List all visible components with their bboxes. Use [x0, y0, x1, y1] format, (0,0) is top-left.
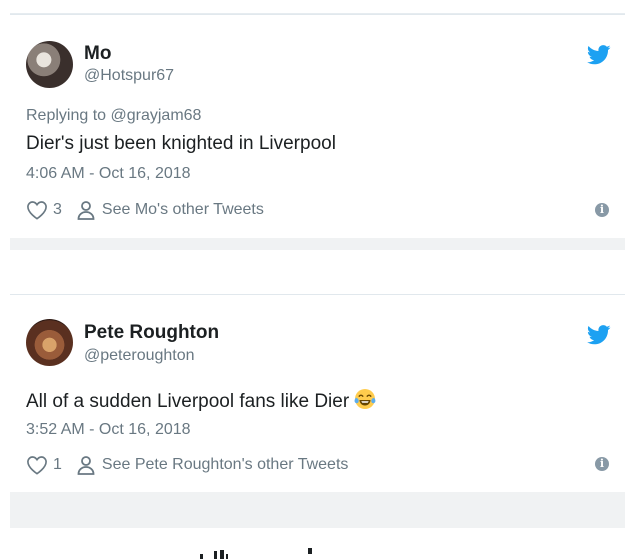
- heart-icon[interactable]: [26, 200, 48, 220]
- see-other-tweets-link[interactable]: See Mo's other Tweets: [102, 201, 264, 219]
- embedded-tweet[interactable]: Mo @Hotspur67 Replying to @grayjam68 Die…: [10, 14, 625, 238]
- info-icon[interactable]: i: [595, 203, 609, 217]
- twitter-bird-icon[interactable]: [587, 325, 611, 345]
- tweet-actions: 1 See Pete Roughton's other Tweets: [26, 455, 348, 475]
- author-name[interactable]: Pete Roughton: [84, 322, 219, 344]
- replying-to[interactable]: Replying to @grayjam68: [26, 107, 201, 125]
- person-icon[interactable]: [76, 200, 96, 220]
- twitter-bird-icon[interactable]: [587, 45, 611, 65]
- tweet-text-content: All of a sudden Liverpool fans like Dier: [26, 391, 350, 412]
- person-icon[interactable]: [76, 455, 96, 475]
- heart-icon[interactable]: [26, 455, 48, 475]
- face-with-tears-of-joy-icon: [354, 389, 376, 409]
- divider: [10, 238, 625, 250]
- timestamp[interactable]: 3:52 AM - Oct 16, 2018: [26, 421, 191, 439]
- info-icon[interactable]: i: [595, 457, 609, 471]
- previous-tweet-bottom-edge: [10, 0, 625, 14]
- tweet-text: Dier's just been knighted in Liverpool: [26, 133, 336, 154]
- tweet-actions: 3 See Mo's other Tweets: [26, 200, 264, 220]
- author-name[interactable]: Mo: [84, 43, 111, 65]
- divider: [10, 492, 625, 528]
- author-handle[interactable]: @peteroughton: [84, 347, 195, 365]
- avatar[interactable]: [26, 41, 73, 88]
- tweet-text: All of a sudden Liverpool fans like Dier: [26, 387, 377, 413]
- see-other-tweets-link[interactable]: See Pete Roughton's other Tweets: [102, 456, 348, 474]
- cropped-text-fragment: [200, 548, 320, 559]
- like-count[interactable]: 1: [53, 456, 62, 474]
- embedded-tweet[interactable]: Pete Roughton @peteroughton All of a sud…: [10, 294, 625, 494]
- author-handle[interactable]: @Hotspur67: [84, 67, 174, 85]
- timestamp[interactable]: 4:06 AM - Oct 16, 2018: [26, 165, 191, 183]
- avatar[interactable]: [26, 319, 73, 366]
- like-count[interactable]: 3: [53, 201, 62, 219]
